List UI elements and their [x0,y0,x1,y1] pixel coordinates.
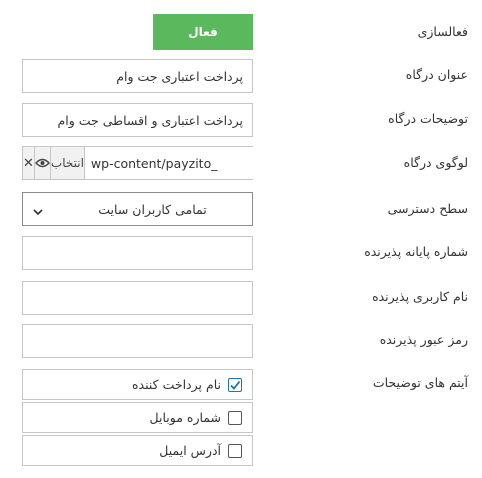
gateway-logo-path-input[interactable] [84,147,253,179]
terminal-number-input[interactable] [22,236,253,270]
access-level-label: سطح دسترسی [387,201,468,216]
gateway-title-input[interactable] [22,59,253,93]
description-item-email[interactable]: آدرس ایمیل [22,435,253,466]
checkmark-icon [230,380,241,390]
gateway-description-input[interactable] [22,103,253,137]
gateway-title-label: عنوان درگاه [405,67,468,82]
terminal-number-label: شماره پایانه پذیرنده [364,244,468,259]
select-logo-button[interactable]: انتخاب [50,147,85,179]
gateway-settings-form: فعالسازی فعال عنوان درگاه توضیحات درگاه … [0,0,482,478]
gateway-logo-field: ✕ انتخاب [22,146,253,180]
description-item-mobile[interactable]: شماره موبایل [22,402,253,433]
description-item-label: نام پرداخت کننده [132,377,221,392]
gateway-logo-label: لوگوی درگاه [403,155,468,170]
acceptor-password-input[interactable] [22,324,253,358]
checkbox[interactable] [228,443,242,458]
description-item-label: آدرس ایمیل [159,443,221,458]
acceptor-password-label: رمز عبور پذیرنده [379,332,468,347]
chevron-down-icon [32,203,44,222]
gateway-description-label: توضیحات درگاه [388,111,468,126]
activation-toggle-button[interactable]: فعال [153,14,253,50]
acceptor-username-input[interactable] [22,281,253,315]
activation-label: فعالسازی [417,24,468,39]
eye-icon[interactable] [34,147,51,179]
checkbox-checked[interactable] [228,377,242,392]
checkbox[interactable] [228,410,242,425]
close-icon[interactable]: ✕ [23,147,35,179]
access-level-selected-value: تمامی کاربران سایت [98,201,207,217]
description-item-label: شماره موبایل [149,410,221,425]
access-level-select[interactable]: تمامی کاربران سایت [22,192,253,226]
description-item-payer-name[interactable]: نام پرداخت کننده [22,369,253,400]
description-items-label: آیتم های توضیحات [372,375,468,390]
acceptor-username-label: نام کاربری پذیرنده [372,289,468,304]
